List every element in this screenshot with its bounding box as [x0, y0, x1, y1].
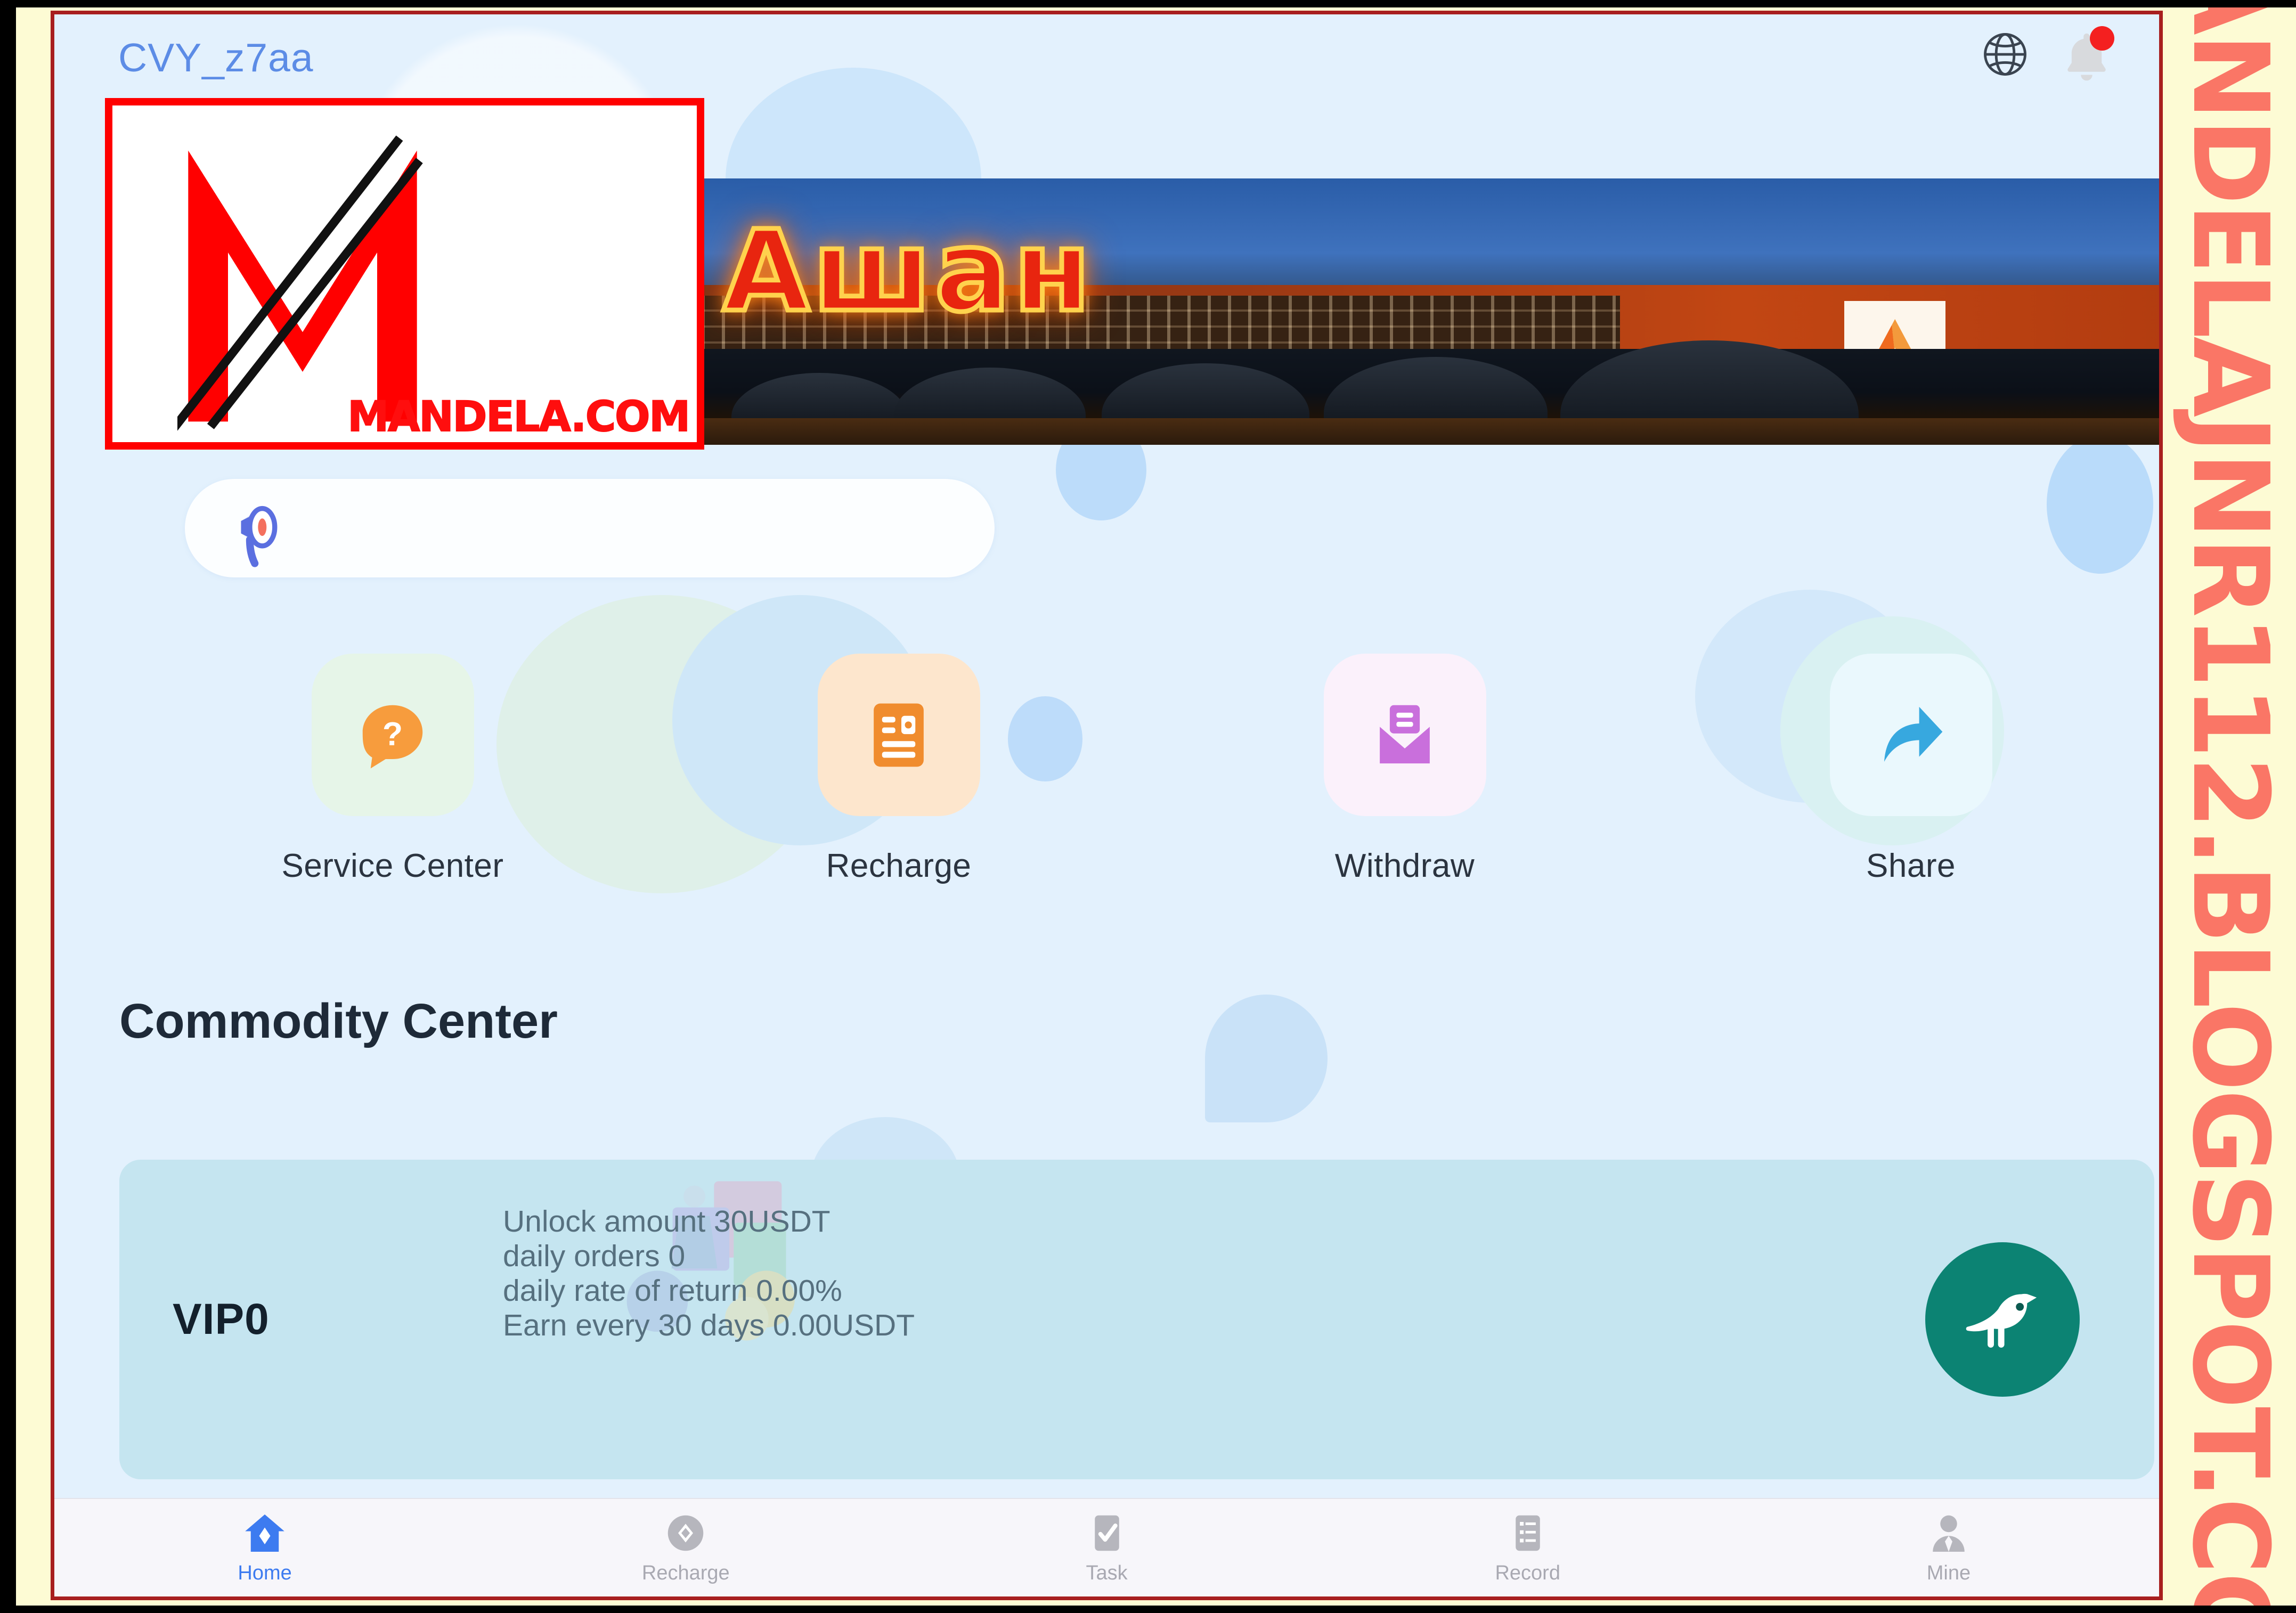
quick-action-service-center[interactable]: ? Service Center — [140, 654, 646, 904]
nav-label: Home — [238, 1562, 292, 1584]
question-bubble-icon: ? — [362, 705, 423, 768]
bg-blob — [1205, 995, 1328, 1122]
header-actions — [1981, 26, 2114, 84]
vip-line: daily rate of return 0.00% — [503, 1273, 842, 1308]
home-icon — [245, 1514, 284, 1552]
notifications-button[interactable] — [2062, 26, 2114, 84]
nav-item-task[interactable]: Task — [896, 1499, 1317, 1596]
vip-line: daily orders 0 — [503, 1239, 686, 1273]
logo-brand-text: MANDELA.COM — [347, 393, 691, 441]
app-window: Ашан CVY_z7aa MANDELA.COM ? Service Cent… — [51, 11, 2163, 1600]
globe-icon[interactable] — [1981, 30, 2029, 78]
commodity-vip-card[interactable]: VIP0 Unlock amount 30USDT daily orders 0… — [119, 1160, 2154, 1479]
profile-icon — [1933, 1515, 1965, 1552]
watermark-strip: MANDELAJNR112.BLOGSPOT.COM — [2164, 7, 2296, 1606]
watermark-text: MANDELAJNR112.BLOGSPOT.COM — [2169, 7, 2291, 1606]
announcement-bar[interactable] — [185, 479, 995, 577]
vip-line: Earn every 30 days 0.00USDT — [503, 1308, 915, 1342]
vip-line: Unlock amount 30USDT — [503, 1204, 831, 1239]
promo-banner[interactable]: Ашан — [702, 178, 2159, 445]
nav-item-record[interactable]: Record — [1317, 1499, 1738, 1596]
nav-item-mine[interactable]: Mine — [1738, 1499, 2159, 1596]
quick-action-withdraw[interactable]: Withdraw — [1152, 654, 1658, 904]
bg-blob — [2047, 435, 2153, 574]
recharge-card-icon — [874, 703, 924, 767]
quick-actions-row: ? Service Center Recharge Withdraw Share — [140, 654, 2159, 904]
username-label: CVY_z7aa — [118, 35, 314, 80]
mandela-logo-overlay: MANDELA.COM — [105, 98, 704, 450]
record-icon — [1515, 1515, 1540, 1551]
vip-level-label: VIP0 — [173, 1295, 270, 1343]
quick-action-label: Service Center — [281, 848, 504, 884]
quick-action-label: Recharge — [826, 848, 972, 884]
bottom-navigation: Home Recharge Task Record Mine — [54, 1498, 2159, 1596]
bird-icon — [1966, 1293, 2037, 1348]
nav-label: Mine — [1926, 1562, 1971, 1584]
quick-action-share[interactable]: Share — [1658, 654, 2159, 904]
megaphone-icon — [241, 506, 278, 567]
banner-ground — [702, 418, 2159, 445]
nav-label: Record — [1495, 1562, 1560, 1584]
banner-sign-text: Ашан — [720, 206, 1094, 337]
task-icon — [1094, 1515, 1119, 1551]
quick-action-label: Withdraw — [1334, 848, 1475, 884]
svg-text:?: ? — [382, 715, 403, 752]
withdraw-envelope-icon — [1380, 705, 1430, 763]
nav-label: Recharge — [641, 1562, 730, 1584]
commodity-avatar — [1925, 1242, 2080, 1397]
nav-label: Task — [1086, 1562, 1128, 1584]
screenshot-root: Ашан CVY_z7aa MANDELA.COM ? Service Cent… — [0, 0, 2296, 1613]
share-arrow-icon — [1884, 706, 1943, 762]
m-slash-logo-icon — [177, 135, 423, 431]
quick-action-recharge[interactable]: Recharge — [646, 654, 1152, 904]
nav-item-home[interactable]: Home — [54, 1499, 475, 1596]
recharge-icon — [668, 1515, 704, 1551]
page-title: Commodity Center — [119, 994, 558, 1048]
nav-item-recharge[interactable]: Recharge — [475, 1499, 896, 1596]
notification-badge — [2090, 26, 2114, 51]
app-background: Ашан CVY_z7aa MANDELA.COM ? Service Cent… — [54, 14, 2159, 1596]
quick-action-label: Share — [1866, 848, 1956, 884]
vip-detail-lines: Unlock amount 30USDT daily orders 0 dail… — [503, 1204, 915, 1343]
